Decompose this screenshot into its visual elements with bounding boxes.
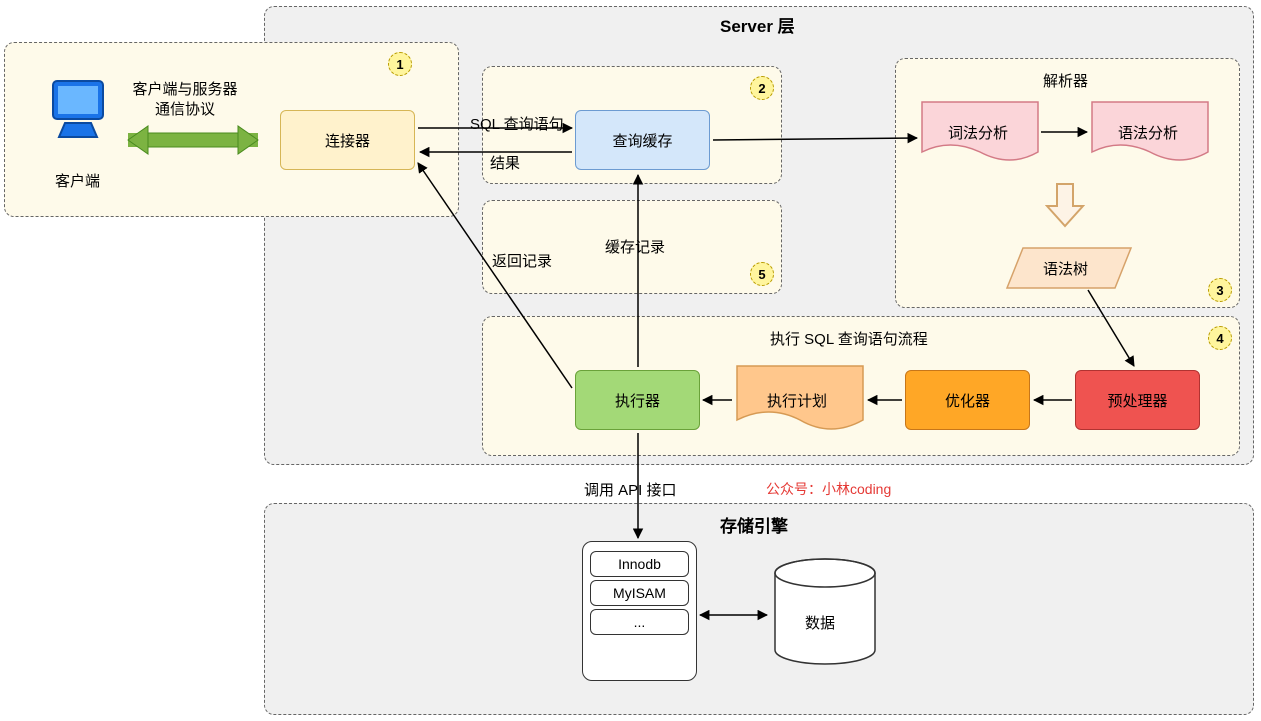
syntax-tree-label: 语法树 xyxy=(1043,258,1088,279)
badge-4: 4 xyxy=(1208,326,1232,350)
block-arrow-down-icon xyxy=(1045,180,1085,230)
engine-innodb: Innodb xyxy=(590,551,689,577)
edge-return-record: 返回记录 xyxy=(492,250,552,271)
parser-title: 解析器 xyxy=(1043,70,1088,91)
data-label: 数据 xyxy=(805,612,835,633)
edge-cache-record: 缓存记录 xyxy=(605,236,665,257)
edge-result: 结果 xyxy=(490,152,520,173)
storage-engine-title: 存储引擎 xyxy=(720,512,788,537)
exec-plan-label: 执行计划 xyxy=(767,390,827,411)
optimizer-box: 优化器 xyxy=(905,370,1030,430)
edge-client-server: 客户端与服务器通信协议 xyxy=(115,80,255,119)
preprocessor-box: 预处理器 xyxy=(1075,370,1200,430)
syntax-label: 语法分析 xyxy=(1118,122,1178,143)
badge-1: 1 xyxy=(388,52,412,76)
edge-sql-query: SQL 查询语句 xyxy=(470,113,564,134)
client-icon xyxy=(45,75,115,145)
connector-box: 连接器 xyxy=(280,110,415,170)
query-cache-box: 查询缓存 xyxy=(575,110,710,170)
diagram-canvas: Server 层 1 客户端 连接器 2 查询缓存 解析器 3 词法分析 语法分… xyxy=(0,0,1261,721)
badge-5: 5 xyxy=(750,262,774,286)
server-layer-title: Server 层 xyxy=(720,12,795,37)
exec-flow-title: 执行 SQL 查询语句流程 xyxy=(770,328,928,349)
engine-more: ... xyxy=(590,609,689,635)
badge-2: 2 xyxy=(750,76,774,100)
engine-list: Innodb MyISAM ... xyxy=(582,541,697,681)
badge-3: 3 xyxy=(1208,278,1232,302)
watermark: 公众号：小林coding xyxy=(766,479,891,499)
engine-myisam: MyISAM xyxy=(590,580,689,606)
client-label: 客户端 xyxy=(55,170,100,191)
lexical-label: 词法分析 xyxy=(948,122,1008,143)
edge-call-api: 调用 API 接口 xyxy=(584,479,677,500)
executor-box: 执行器 xyxy=(575,370,700,430)
